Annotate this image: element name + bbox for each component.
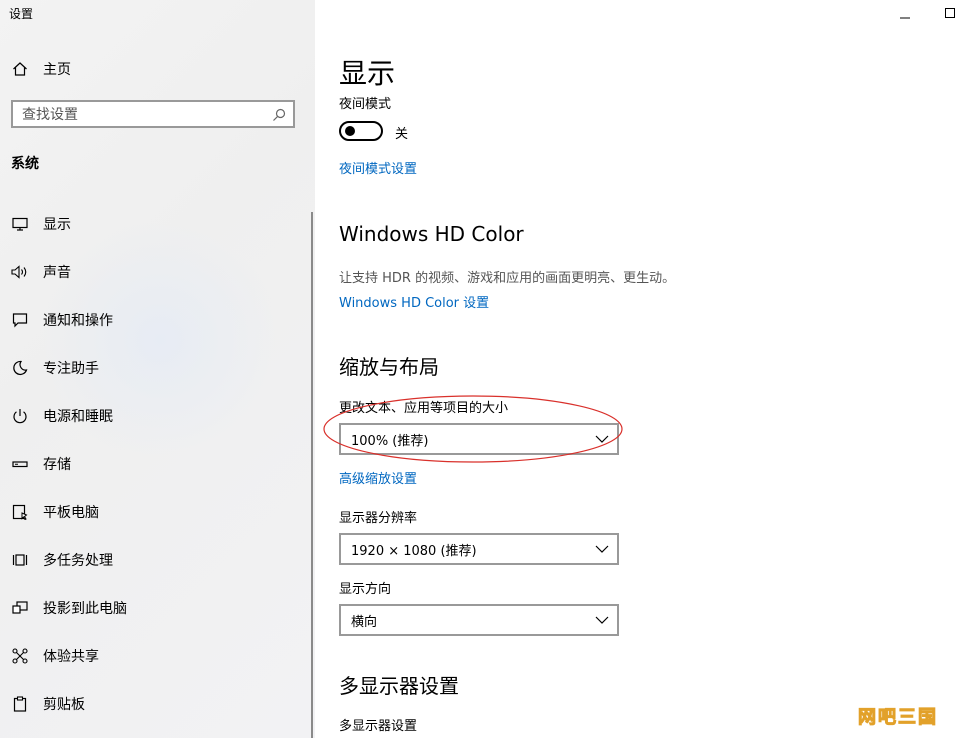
resolution-value: 1920 × 1080 (推荐): [351, 543, 477, 559]
hd-color-settings-link[interactable]: Windows HD Color 设置: [339, 292, 489, 311]
window-title: 设置: [9, 7, 34, 21]
section-label-system: 系统: [11, 156, 39, 172]
sidebar-item-label: 专注助手: [43, 361, 99, 377]
chevron-down-icon: [595, 545, 609, 553]
sidebar-item-label: 存储: [43, 457, 71, 473]
sidebar-item-label: 显示: [43, 217, 71, 233]
sidebar-item-sound[interactable]: 声音: [0, 248, 311, 296]
resolution-label: 显示器分辨率: [339, 511, 418, 526]
sidebar-item-label: 体验共享: [43, 649, 99, 665]
night-mode-state: 关: [395, 127, 409, 142]
night-mode-settings-link[interactable]: 夜间模式设置: [339, 158, 417, 177]
maximize-icon: [945, 8, 955, 18]
sidebar-item-project[interactable]: 投影到此电脑: [0, 584, 311, 632]
home-icon: [10, 59, 30, 79]
sidebar-item-shared-experiences[interactable]: 体验共享: [0, 632, 311, 680]
sidebar-item-label: 投影到此电脑: [43, 601, 127, 617]
search-icon[interactable]: [272, 107, 286, 121]
sidebar-item-label: 电源和睡眠: [43, 409, 113, 425]
scale-dropdown[interactable]: 100% (推荐): [339, 423, 619, 455]
scale-value: 100% (推荐): [351, 433, 429, 449]
orientation-label: 显示方向: [339, 582, 392, 597]
search-input[interactable]: [13, 102, 264, 128]
sidebar-item-display[interactable]: 显示: [0, 200, 311, 248]
sidebar-item-notifications[interactable]: 通知和操作: [0, 296, 311, 344]
clipboard-icon: [10, 694, 30, 714]
moon-icon: [10, 358, 30, 378]
sidebar-item-tablet[interactable]: 平板电脑: [0, 488, 311, 536]
advanced-scaling-link[interactable]: 高级缩放设置: [339, 468, 417, 487]
resolution-dropdown[interactable]: 1920 × 1080 (推荐): [339, 533, 619, 565]
sidebar-item-multitasking[interactable]: 多任务处理: [0, 536, 311, 584]
sidebar-nav: 显示 声音 通知和操作 专注助手 电源和睡眠 存储 平板电脑 多任务处理 投影到…: [0, 200, 311, 728]
power-icon: [10, 406, 30, 426]
sidebar-item-label: 声音: [43, 265, 71, 281]
scale-label: 更改文本、应用等项目的大小: [339, 401, 509, 416]
sidebar: 设置 主页 系统 显示 声音 通知和操作: [0, 0, 315, 738]
tablet-icon: [10, 502, 30, 522]
multi-display-heading: 多显示器设置: [339, 674, 459, 698]
multitask-icon: [10, 550, 30, 570]
toggle-knob: [345, 126, 355, 136]
scale-layout-heading: 缩放与布局: [339, 355, 439, 379]
chevron-down-icon: [595, 616, 609, 624]
chevron-down-icon: [595, 435, 609, 443]
minimize-button[interactable]: [882, 0, 928, 26]
sidebar-item-label: 平板电脑: [43, 505, 99, 521]
storage-icon: [10, 454, 30, 474]
orientation-value: 横向: [351, 614, 378, 630]
sidebar-item-clipboard[interactable]: 剪贴板: [0, 680, 311, 728]
watermark-logo: 网吧三国: [858, 707, 938, 729]
hd-color-description: 让支持 HDR 的视频、游戏和应用的画面更明亮、更生动。: [339, 271, 676, 286]
home-button[interactable]: 主页: [0, 58, 71, 80]
hd-color-heading: Windows HD Color: [339, 222, 524, 246]
night-mode-label: 夜间模式: [339, 97, 392, 112]
page-title: 显示: [339, 57, 396, 90]
sidebar-item-label: 剪贴板: [43, 697, 85, 713]
night-mode-toggle[interactable]: [339, 121, 383, 141]
sidebar-item-focus-assist[interactable]: 专注助手: [0, 344, 311, 392]
speaker-icon: [10, 262, 30, 282]
monitor-icon: [10, 214, 30, 234]
sidebar-scrollbar[interactable]: [311, 212, 313, 738]
sidebar-item-power-sleep[interactable]: 电源和睡眠: [0, 392, 311, 440]
sidebar-item-label: 通知和操作: [43, 313, 113, 329]
project-icon: [10, 598, 30, 618]
sidebar-item-storage[interactable]: 存储: [0, 440, 311, 488]
share-icon: [10, 646, 30, 666]
home-label: 主页: [43, 62, 71, 78]
minimize-icon: [900, 17, 910, 19]
orientation-dropdown[interactable]: 横向: [339, 604, 619, 636]
sidebar-item-label: 多任务处理: [43, 553, 113, 569]
message-icon: [10, 310, 30, 330]
search-box[interactable]: [11, 100, 295, 128]
multi-display-label: 多显示器设置: [339, 719, 418, 734]
maximize-button[interactable]: [927, 0, 973, 26]
